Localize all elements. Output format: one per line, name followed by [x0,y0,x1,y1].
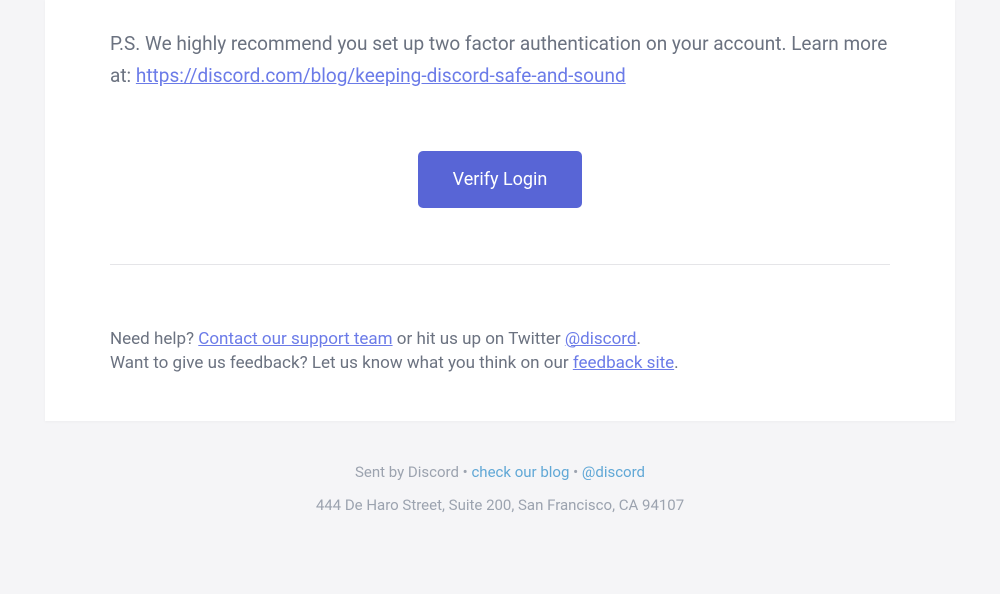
button-container: Verify Login [110,151,890,208]
email-card: P.S. We highly recommend you set up two … [45,0,955,421]
verify-login-button[interactable]: Verify Login [418,151,583,208]
footer-separator-2: • [569,463,582,481]
email-footer: Sent by Discord • check our blog • @disc… [0,463,1000,514]
support-team-link[interactable]: Contact our support team [198,329,392,349]
two-factor-blog-link[interactable]: https://discord.com/blog/keeping-discord… [136,64,626,87]
help-suffix1: . [636,329,640,349]
blog-link[interactable]: check our blog [471,463,569,481]
sent-by-text: Sent by Discord [355,463,459,481]
feedback-suffix: . [674,353,678,373]
help-line-2: Want to give us feedback? Let us know wh… [110,351,890,376]
help-section: Need help? Contact our support team or h… [110,327,890,376]
divider [110,264,890,265]
help-prefix: Need help? [110,329,198,349]
help-line-1: Need help? Contact our support team or h… [110,327,890,352]
twitter-discord-link[interactable]: @discord [565,329,637,349]
help-mid: or hit us up on Twitter [393,329,565,349]
footer-links-line: Sent by Discord • check our blog • @disc… [0,463,1000,481]
feedback-site-link[interactable]: feedback site [573,353,674,373]
ps-paragraph: P.S. We highly recommend you set up two … [110,0,890,93]
footer-twitter-link[interactable]: @discord [582,463,645,481]
feedback-prefix: Want to give us feedback? Let us know wh… [110,353,573,373]
footer-separator-1: • [459,463,472,481]
footer-address: 444 De Haro Street, Suite 200, San Franc… [0,496,1000,514]
